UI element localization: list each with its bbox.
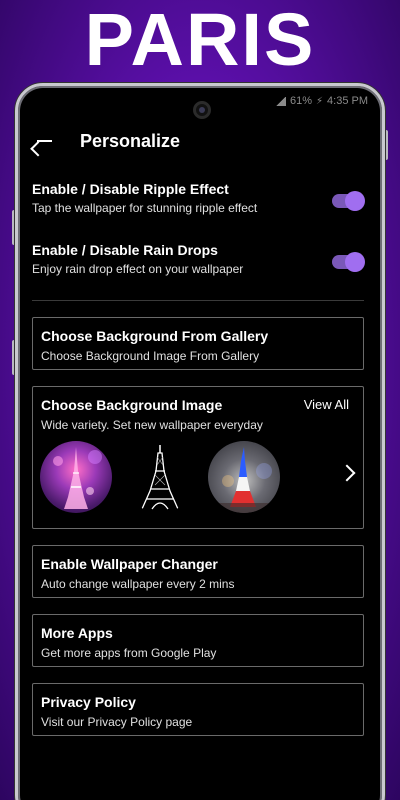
- rain-setting[interactable]: Enable / Disable Rain Drops Enjoy rain d…: [32, 242, 365, 276]
- wallpaper-thumbnail-sketch-tower[interactable]: [124, 441, 196, 513]
- ripple-toggle[interactable]: [332, 191, 365, 211]
- ripple-setting[interactable]: Enable / Disable Ripple Effect Tap the w…: [32, 181, 365, 215]
- ripple-subtitle: Tap the wallpaper for stunning ripple ef…: [32, 201, 258, 215]
- background-subtitle: Wide variety. Set new wallpaper everyday: [41, 418, 263, 432]
- privacy-subtitle: Visit our Privacy Policy page: [41, 715, 193, 729]
- changer-subtitle: Auto change wallpaper every 2 mins: [41, 577, 235, 591]
- divider: [32, 300, 364, 301]
- wallpaper-thumbnail-night-tower[interactable]: [40, 441, 112, 513]
- app-bar: Personalize: [18, 116, 382, 166]
- rain-title: Enable / Disable Rain Drops: [32, 242, 218, 258]
- gallery-subtitle: Choose Background Image From Gallery: [41, 349, 260, 363]
- more-apps-card[interactable]: More Apps Get more apps from Google Play: [32, 614, 364, 667]
- gallery-title: Choose Background From Gallery: [41, 328, 269, 344]
- back-arrow-icon[interactable]: [34, 130, 56, 152]
- battery-icon: ⚡: [316, 95, 324, 107]
- rain-subtitle: Enjoy rain drop effect on your wallpaper: [32, 262, 244, 276]
- wallpaper-thumbnail-tricolor-tower[interactable]: [208, 441, 280, 513]
- more-apps-subtitle: Get more apps from Google Play: [41, 646, 217, 660]
- status-time: 4:35 PM: [327, 95, 368, 107]
- gallery-card[interactable]: Choose Background From Gallery Choose Ba…: [32, 317, 364, 370]
- privacy-policy-card[interactable]: Privacy Policy Visit our Privacy Policy …: [32, 683, 364, 736]
- page-title: Personalize: [80, 130, 181, 151]
- signal-icon: [275, 96, 286, 106]
- view-all-link[interactable]: View All: [304, 397, 349, 412]
- changer-title: Enable Wallpaper Changer: [41, 556, 218, 572]
- promo-title: PARIS: [84, 0, 316, 81]
- rain-toggle[interactable]: [332, 252, 365, 272]
- battery-percent: 61%: [289, 95, 312, 107]
- privacy-title: Privacy Policy: [41, 694, 136, 710]
- status-bar: 61% ⚡ 4:35 PM: [275, 95, 368, 107]
- wallpaper-changer-card[interactable]: Enable Wallpaper Changer Auto change wal…: [32, 545, 364, 598]
- phone-frame: 61% ⚡ 4:35 PM Personalize Enable / Disab…: [15, 83, 385, 800]
- toggle-knob: [345, 191, 365, 211]
- more-apps-title: More Apps: [41, 625, 113, 641]
- background-card[interactable]: Choose Background Image Wide variety. Se…: [32, 386, 364, 529]
- ripple-title: Enable / Disable Ripple Effect: [32, 181, 229, 197]
- thumbnail-strip: [40, 441, 350, 521]
- toggle-knob: [345, 252, 365, 272]
